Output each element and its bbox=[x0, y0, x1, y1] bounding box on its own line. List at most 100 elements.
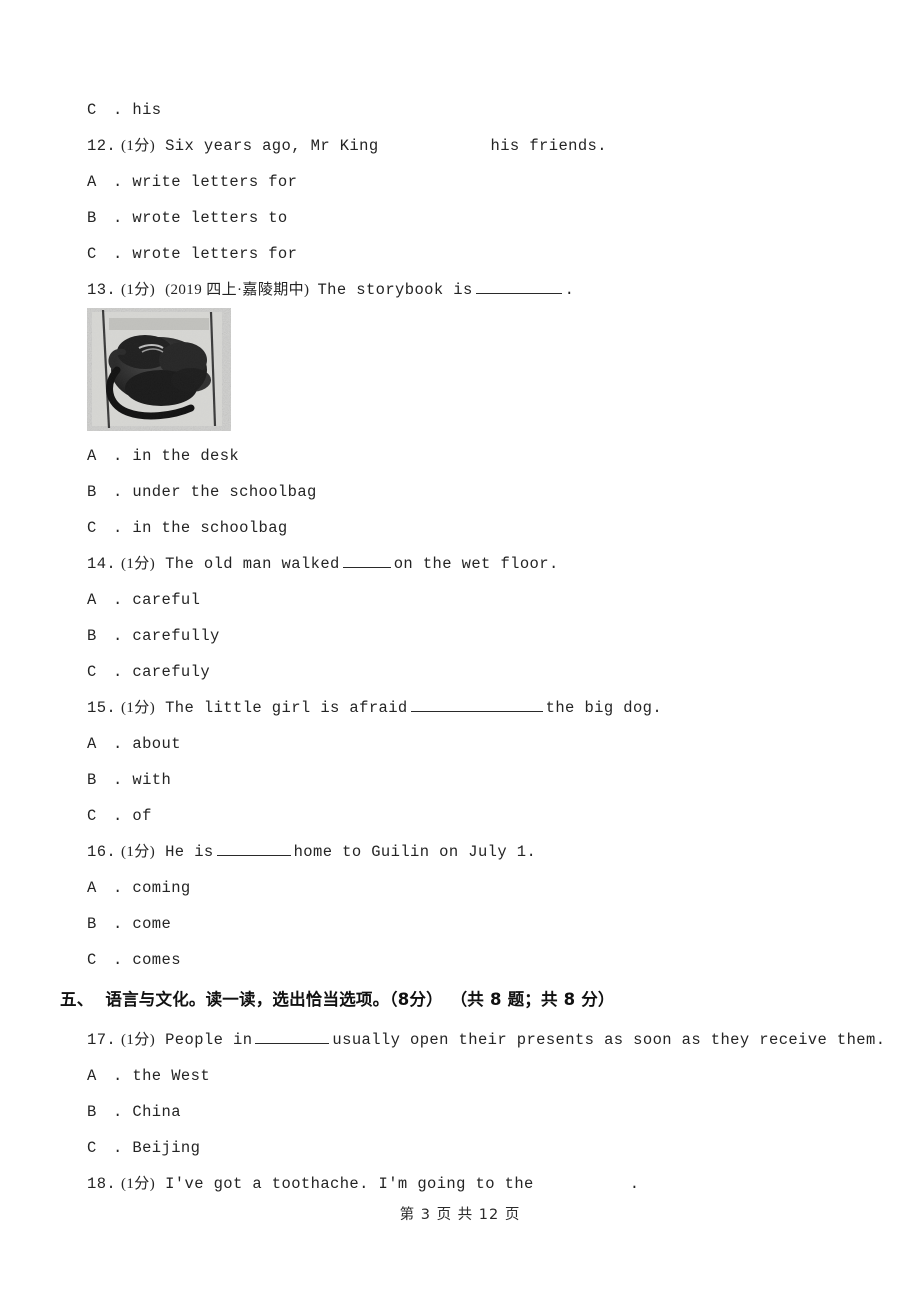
option-letter: A bbox=[87, 1067, 97, 1085]
question-marks: (1分) bbox=[121, 700, 156, 716]
option-text: with bbox=[132, 771, 172, 789]
option-text: China bbox=[132, 1103, 181, 1121]
option-text: the West bbox=[132, 1067, 211, 1085]
option-text: coming bbox=[132, 879, 191, 897]
question-stem-17: 17. (1分) People in usually open their prese… bbox=[60, 1022, 885, 1058]
option-line: B. with bbox=[60, 762, 860, 798]
option-text: careful bbox=[132, 591, 201, 609]
option-letter: A bbox=[87, 879, 97, 897]
option-separator: . bbox=[113, 1103, 123, 1121]
option-line: C. wrote letters for bbox=[60, 236, 860, 272]
answer-blank bbox=[475, 279, 562, 294]
schoolbag-photo bbox=[87, 308, 231, 431]
question-text: Six years ago, Mr King bbox=[165, 137, 379, 155]
question-text-tail: on the wet floor. bbox=[393, 555, 559, 573]
option-separator: . bbox=[113, 173, 123, 191]
option-line: A. careful bbox=[60, 582, 860, 618]
option-letter: C bbox=[87, 807, 97, 825]
section-number: 五、 bbox=[60, 990, 94, 1009]
option-separator: . bbox=[113, 771, 123, 789]
answer-blank bbox=[216, 841, 291, 856]
question-figure-row bbox=[60, 308, 860, 438]
option-line: C. of bbox=[60, 798, 860, 834]
option-text: come bbox=[132, 915, 172, 933]
option-letter: C bbox=[87, 1139, 97, 1157]
option-line: C. Beijing bbox=[60, 1130, 860, 1166]
question-text: He is bbox=[165, 843, 214, 861]
option-separator: . bbox=[113, 1067, 123, 1085]
question-number: 16. bbox=[87, 843, 117, 861]
question-marks: (1分) bbox=[121, 1032, 156, 1048]
question-text: People in bbox=[165, 1031, 253, 1049]
option-text: write letters for bbox=[132, 173, 298, 191]
page-footer: 第 3 页 共 12 页 bbox=[0, 1203, 920, 1224]
question-number: 17. bbox=[87, 1031, 117, 1049]
option-text: in the desk bbox=[132, 447, 240, 465]
option-text: of bbox=[132, 807, 152, 825]
option-letter: B bbox=[87, 915, 97, 933]
option-separator: . bbox=[113, 483, 123, 501]
question-text-tail: his friends. bbox=[490, 137, 607, 155]
option-text: wrote letters for bbox=[132, 245, 298, 263]
option-separator: . bbox=[113, 519, 123, 537]
option-line: B. China bbox=[60, 1094, 860, 1130]
schoolbag-photo-graphic bbox=[87, 308, 231, 431]
question-marks: (1分) bbox=[121, 556, 156, 572]
page-number-text: 第 3 页 共 12 页 bbox=[399, 1207, 521, 1223]
option-letter: C bbox=[87, 245, 97, 263]
option-line: C. carefuly bbox=[60, 654, 860, 690]
question-number: 14. bbox=[87, 555, 117, 573]
option-letter: B bbox=[87, 771, 97, 789]
option-line: A. coming bbox=[60, 870, 860, 906]
question-number: 13. bbox=[87, 281, 117, 299]
section-title: 语言与文化。读一读，选出恰当选项。（8分） bbox=[105, 990, 443, 1009]
option-letter: B bbox=[87, 1103, 97, 1121]
option-separator: . bbox=[113, 447, 123, 465]
question-stem-14: 14. (1分) The old man walked on the wet floo… bbox=[60, 546, 860, 582]
option-separator: . bbox=[113, 101, 123, 119]
question-source-tag: (2019 四上·嘉陵期中) bbox=[165, 282, 310, 298]
option-text: his bbox=[132, 101, 162, 119]
option-line: C. his bbox=[60, 92, 860, 128]
option-separator: . bbox=[113, 591, 123, 609]
option-text: under the schoolbag bbox=[132, 483, 317, 501]
option-line: B. under the schoolbag bbox=[60, 474, 860, 510]
option-text: about bbox=[132, 735, 181, 753]
option-text: comes bbox=[132, 951, 181, 969]
question-text-tail: . bbox=[564, 281, 575, 299]
option-text: wrote letters to bbox=[132, 209, 288, 227]
option-line: B. come bbox=[60, 906, 860, 942]
option-letter: B bbox=[87, 209, 97, 227]
question-text: The old man walked bbox=[165, 555, 340, 573]
option-separator: . bbox=[113, 735, 123, 753]
question-number: 15. bbox=[87, 699, 117, 717]
option-separator: . bbox=[113, 627, 123, 645]
option-text: carefully bbox=[132, 627, 220, 645]
option-line: C. comes bbox=[60, 942, 860, 978]
option-letter: B bbox=[87, 627, 97, 645]
option-text: in the schoolbag bbox=[132, 519, 288, 537]
question-stem-13: 13. (1分) (2019 四上·嘉陵期中) The storybook is. bbox=[60, 272, 860, 308]
option-text: carefuly bbox=[132, 663, 211, 681]
answer-blank bbox=[342, 553, 391, 568]
option-separator: . bbox=[113, 951, 123, 969]
question-number: 12. bbox=[87, 137, 117, 155]
question-stem-16: 16. (1分) He is home to Guilin on July 1. bbox=[60, 834, 860, 870]
option-separator: . bbox=[113, 1139, 123, 1157]
option-line: A. the West bbox=[60, 1058, 860, 1094]
option-line: A. write letters for bbox=[60, 164, 860, 200]
question-text-tail: usually open their presents as soon as t… bbox=[332, 1031, 886, 1049]
option-line: A. in the desk bbox=[60, 438, 860, 474]
question-text: I've got a toothache. I'm going to the bbox=[165, 1175, 534, 1193]
option-separator: . bbox=[113, 209, 123, 227]
question-stem-15: 15. (1分) The little girl is afraid the big … bbox=[60, 690, 860, 726]
question-text: The little girl is afraid bbox=[165, 699, 408, 717]
answer-blank bbox=[255, 1029, 330, 1044]
option-separator: . bbox=[113, 807, 123, 825]
section-heading: 五、 语言与文化。读一读，选出恰当选项。（8分） （共 8 题；共 8 分） bbox=[60, 978, 860, 1022]
option-letter: C bbox=[87, 663, 97, 681]
option-letter: B bbox=[87, 483, 97, 501]
section-count: （共 8 题；共 8 分） bbox=[458, 990, 615, 1009]
option-letter: A bbox=[87, 735, 97, 753]
question-text-tail: . bbox=[629, 1175, 640, 1193]
